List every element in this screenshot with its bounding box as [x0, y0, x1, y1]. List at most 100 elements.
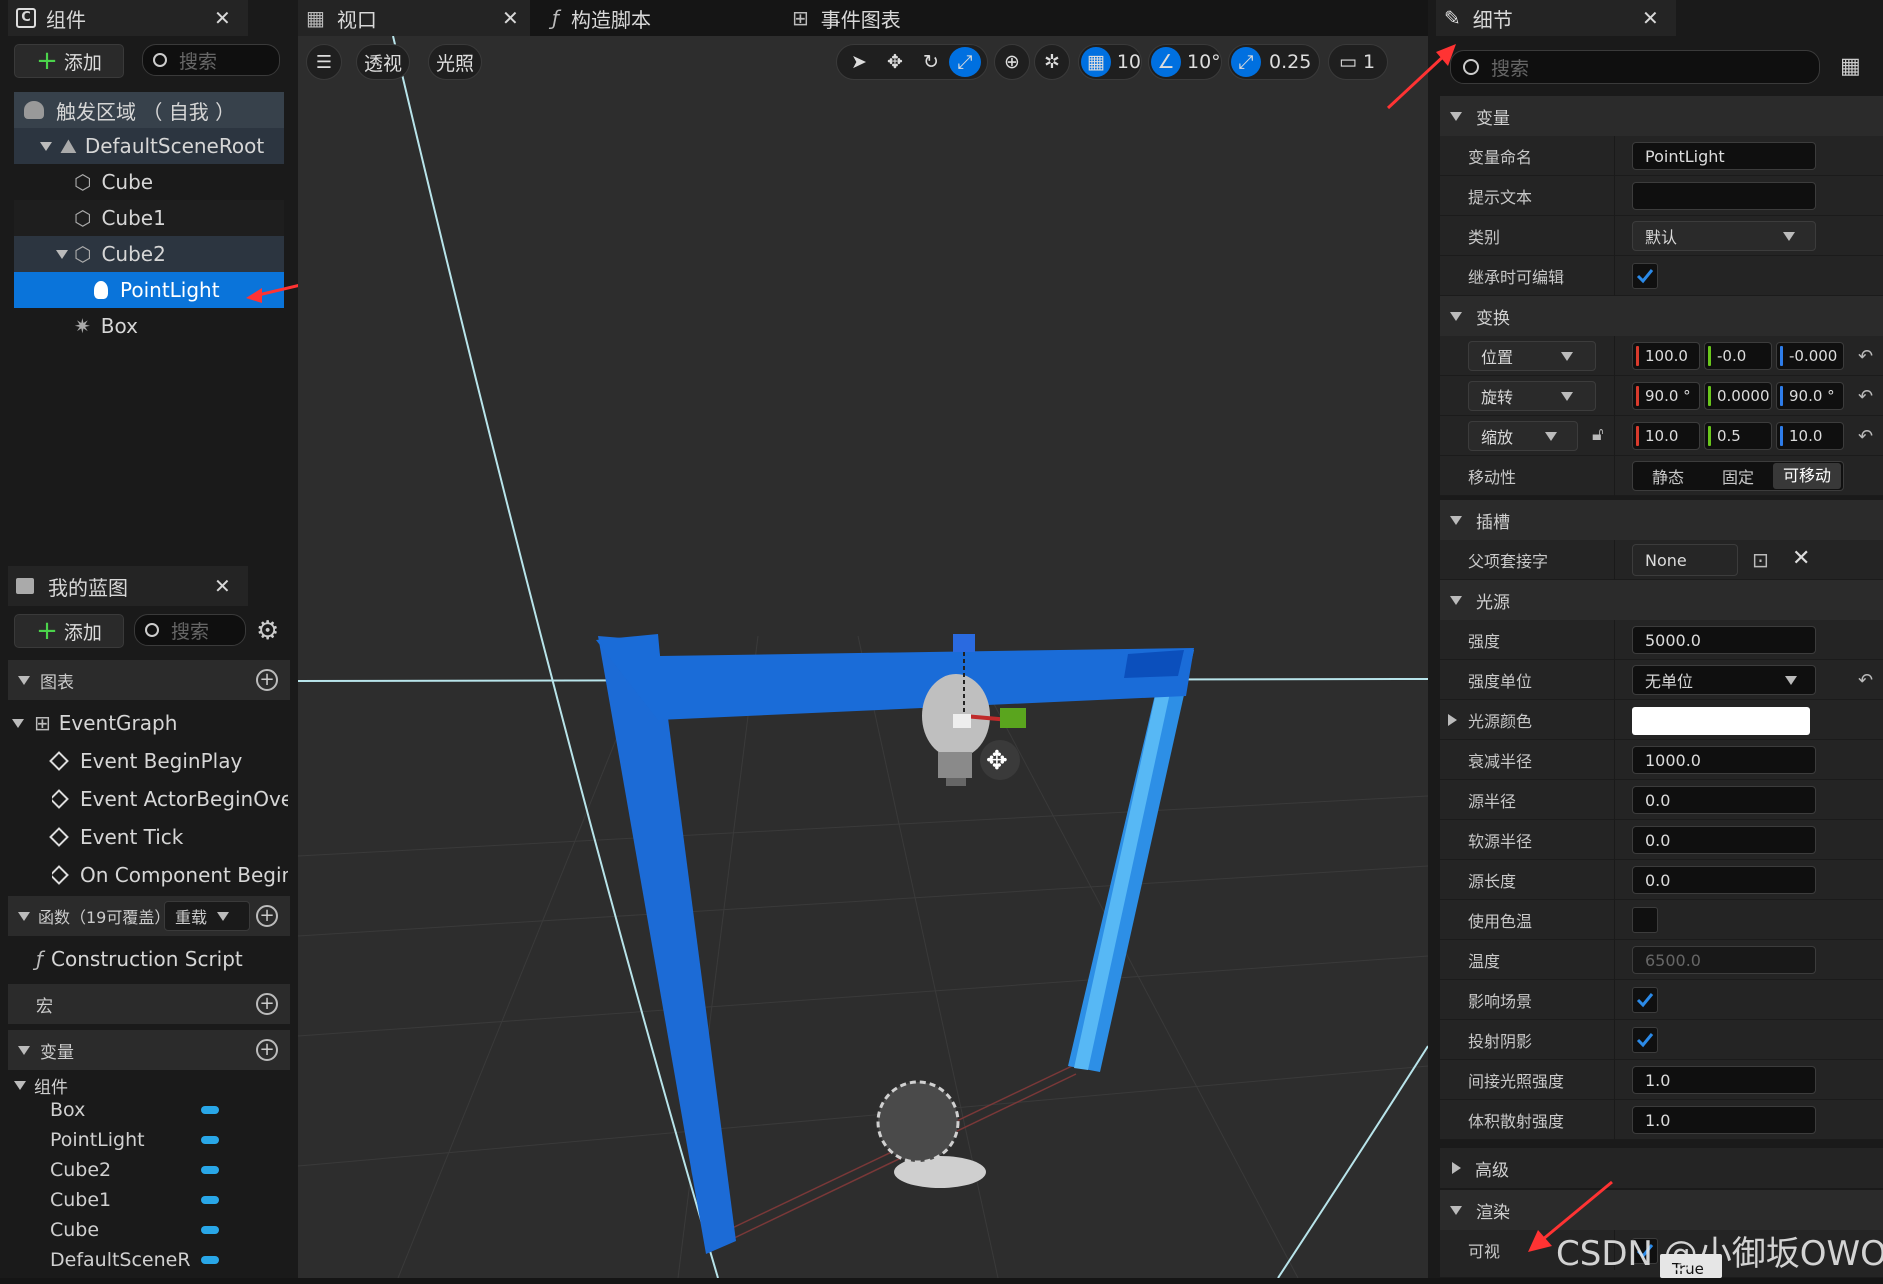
add-macro-icon[interactable]: + — [256, 993, 278, 1015]
mobility-stationary-option[interactable]: 固定 — [1703, 464, 1773, 488]
rotation-snap-toggle[interactable]: ∠ 10° — [1148, 44, 1222, 80]
reset-arrow-icon[interactable]: ↶ — [1858, 670, 1873, 691]
variable-item[interactable]: Cube2 — [8, 1155, 290, 1185]
lighting-button[interactable]: 光照 — [428, 44, 482, 80]
details-section-transform[interactable]: 变换 — [1440, 296, 1883, 336]
details-search-input[interactable]: 搜索 — [1450, 50, 1820, 84]
construction-script-item[interactable]: ƒ Construction Script — [36, 940, 243, 978]
variable-item[interactable]: Box — [8, 1095, 290, 1125]
details-section-socket[interactable]: 插槽 — [1440, 500, 1883, 540]
tree-item-defaultsceneroot[interactable]: ⛰ DefaultSceneRoot — [14, 128, 284, 164]
variable-item[interactable]: PointLight — [8, 1125, 290, 1155]
add-blueprint-item-button[interactable]: + 添加 — [14, 614, 124, 648]
details-section-light[interactable]: 光源 — [1440, 580, 1883, 620]
light-color-swatch[interactable] — [1632, 707, 1810, 735]
viewport-menu-button[interactable]: ☰ — [306, 44, 342, 80]
variable-name-field[interactable]: PointLight — [1632, 142, 1816, 170]
camera-speed-button[interactable]: ▭ 1 — [1328, 44, 1388, 80]
indirect-intensity-field[interactable]: 1.0 — [1632, 1066, 1816, 1094]
reset-arrow-icon[interactable]: ↶ — [1858, 426, 1873, 447]
table-view-icon[interactable]: ▦ — [1840, 54, 1861, 79]
category-dropdown[interactable]: 默认 — [1632, 221, 1816, 251]
event-item[interactable]: Event ActorBeginOverla — [52, 780, 288, 818]
rotate-tool-icon[interactable]: ↻ — [913, 51, 949, 73]
reset-arrow-icon[interactable]: ↶ — [1858, 386, 1873, 407]
section-variables[interactable]: 变量 + — [8, 1030, 290, 1070]
event-item[interactable]: Event BeginPlay — [49, 742, 242, 780]
tree-item-cube[interactable]: ⬡ Cube — [14, 164, 284, 200]
cast-shadows-checkbox[interactable] — [1632, 1027, 1658, 1053]
use-temperature-checkbox[interactable] — [1632, 907, 1658, 933]
tree-item-cube1[interactable]: ⬡ Cube1 — [14, 200, 284, 236]
scale-x-field[interactable]: 10.0 — [1632, 422, 1700, 450]
details-section-advanced[interactable]: 高级 — [1440, 1148, 1883, 1188]
event-graph-item[interactable]: ⊞ EventGraph — [12, 704, 177, 742]
rotation-y-field[interactable]: 0.0000 — [1704, 382, 1772, 410]
volumetric-intensity-field[interactable]: 1.0 — [1632, 1106, 1816, 1134]
blueprint-search-input[interactable]: 搜索 — [134, 614, 246, 646]
event-item[interactable]: Event Tick — [49, 818, 183, 856]
components-search-input[interactable]: 搜索 — [142, 44, 280, 76]
mobility-movable-option[interactable]: 可移动 — [1773, 463, 1841, 489]
close-components-tab-icon[interactable]: ✕ — [214, 0, 231, 36]
parent-socket-field[interactable]: None — [1632, 544, 1738, 576]
scale-mode-dropdown[interactable]: 缩放 — [1468, 421, 1578, 451]
rotation-z-field[interactable]: 90.0 ° — [1776, 382, 1844, 410]
intensity-units-dropdown[interactable]: 无单位 — [1632, 665, 1816, 695]
event-item[interactable]: On Component Begin O — [52, 856, 288, 894]
variable-item[interactable]: DefaultSceneR — [8, 1245, 290, 1275]
mobility-static-option[interactable]: 静态 — [1633, 464, 1703, 488]
tree-root-self[interactable]: 触发区域 （ 自我 ） — [14, 92, 284, 128]
settings-gear-icon[interactable]: ⚙ — [256, 616, 279, 646]
close-details-tab-icon[interactable]: ✕ — [1642, 0, 1659, 36]
scale-tool-icon[interactable]: ⤢ — [949, 47, 981, 77]
attenuation-radius-field[interactable]: 1000.0 — [1632, 746, 1816, 774]
viewport[interactable]: ✥ ☰ 透视 光照 ➤ ✥ ↻ ⤢ ⊕ ✲ ▦ 10 ∠ 10° ⤢ 0.25 … — [298, 36, 1428, 1278]
clear-socket-icon[interactable]: ✕ — [1792, 546, 1810, 571]
surface-snap-toggle[interactable]: ✲ — [1034, 44, 1070, 80]
location-y-field[interactable]: -0.0 — [1704, 342, 1772, 370]
section-macros[interactable]: 宏 + — [8, 984, 290, 1024]
world-local-toggle[interactable]: ⊕ — [994, 44, 1030, 80]
reset-arrow-icon[interactable]: ↶ — [1858, 346, 1873, 367]
construction-script-tab[interactable]: ƒ 构造脚本 — [552, 0, 651, 36]
close-blueprint-tab-icon[interactable]: ✕ — [214, 568, 231, 604]
perspective-button[interactable]: 透视 — [356, 44, 410, 80]
tree-item-box[interactable]: ✷ Box — [14, 308, 284, 344]
add-graph-icon[interactable]: + — [256, 669, 278, 691]
location-mode-dropdown[interactable]: 位置 — [1468, 341, 1596, 371]
soft-source-radius-field[interactable]: 0.0 — [1632, 826, 1816, 854]
browse-socket-icon[interactable]: ⊡ — [1752, 548, 1769, 572]
translate-tool-icon[interactable]: ✥ — [877, 51, 913, 73]
close-viewport-tab-icon[interactable]: ✕ — [502, 0, 519, 36]
add-variable-icon[interactable]: + — [256, 1039, 278, 1061]
source-length-field[interactable]: 0.0 — [1632, 866, 1816, 894]
unlock-icon[interactable]: 🔓︎ — [1592, 424, 1604, 445]
variable-item[interactable]: Cube1 — [8, 1185, 290, 1215]
grid-snap-toggle[interactable]: ▦ 10 — [1078, 44, 1142, 80]
row-attenuation-radius: 衰减半径 1000.0 — [1440, 740, 1883, 780]
add-component-button[interactable]: + 添加 — [14, 44, 124, 78]
source-radius-field[interactable]: 0.0 — [1632, 786, 1816, 814]
section-graphs[interactable]: 图表 + — [8, 660, 290, 700]
affects-world-checkbox[interactable] — [1632, 987, 1658, 1013]
scale-z-field[interactable]: 10.0 — [1776, 422, 1844, 450]
scale-y-field[interactable]: 0.5 — [1704, 422, 1772, 450]
event-graph-tab[interactable]: ⊞ 事件图表 — [792, 0, 901, 36]
add-function-icon[interactable]: + — [256, 905, 278, 927]
override-dropdown[interactable]: 重载 — [164, 901, 250, 931]
scale-snap-toggle[interactable]: ⤢ 0.25 — [1228, 44, 1320, 80]
rotation-mode-dropdown[interactable]: 旋转 — [1468, 381, 1596, 411]
rotation-x-field[interactable]: 90.0 ° — [1632, 382, 1700, 410]
tree-item-cube2[interactable]: ⬡ Cube2 — [14, 236, 284, 272]
location-z-field[interactable]: -0.000 — [1776, 342, 1844, 370]
editable-checkbox[interactable] — [1632, 263, 1658, 289]
location-x-field[interactable]: 100.0 — [1632, 342, 1700, 370]
variable-item[interactable]: Cube — [8, 1215, 290, 1245]
tooltip-field[interactable] — [1632, 182, 1816, 210]
section-functions[interactable]: 函数（19可覆盖） 重载 + — [8, 896, 290, 936]
select-tool-icon[interactable]: ➤ — [841, 51, 877, 73]
intensity-field[interactable]: 5000.0 — [1632, 626, 1816, 654]
details-section-rendering[interactable]: 渲染 — [1440, 1190, 1883, 1230]
details-section-variable[interactable]: 变量 — [1440, 96, 1883, 136]
